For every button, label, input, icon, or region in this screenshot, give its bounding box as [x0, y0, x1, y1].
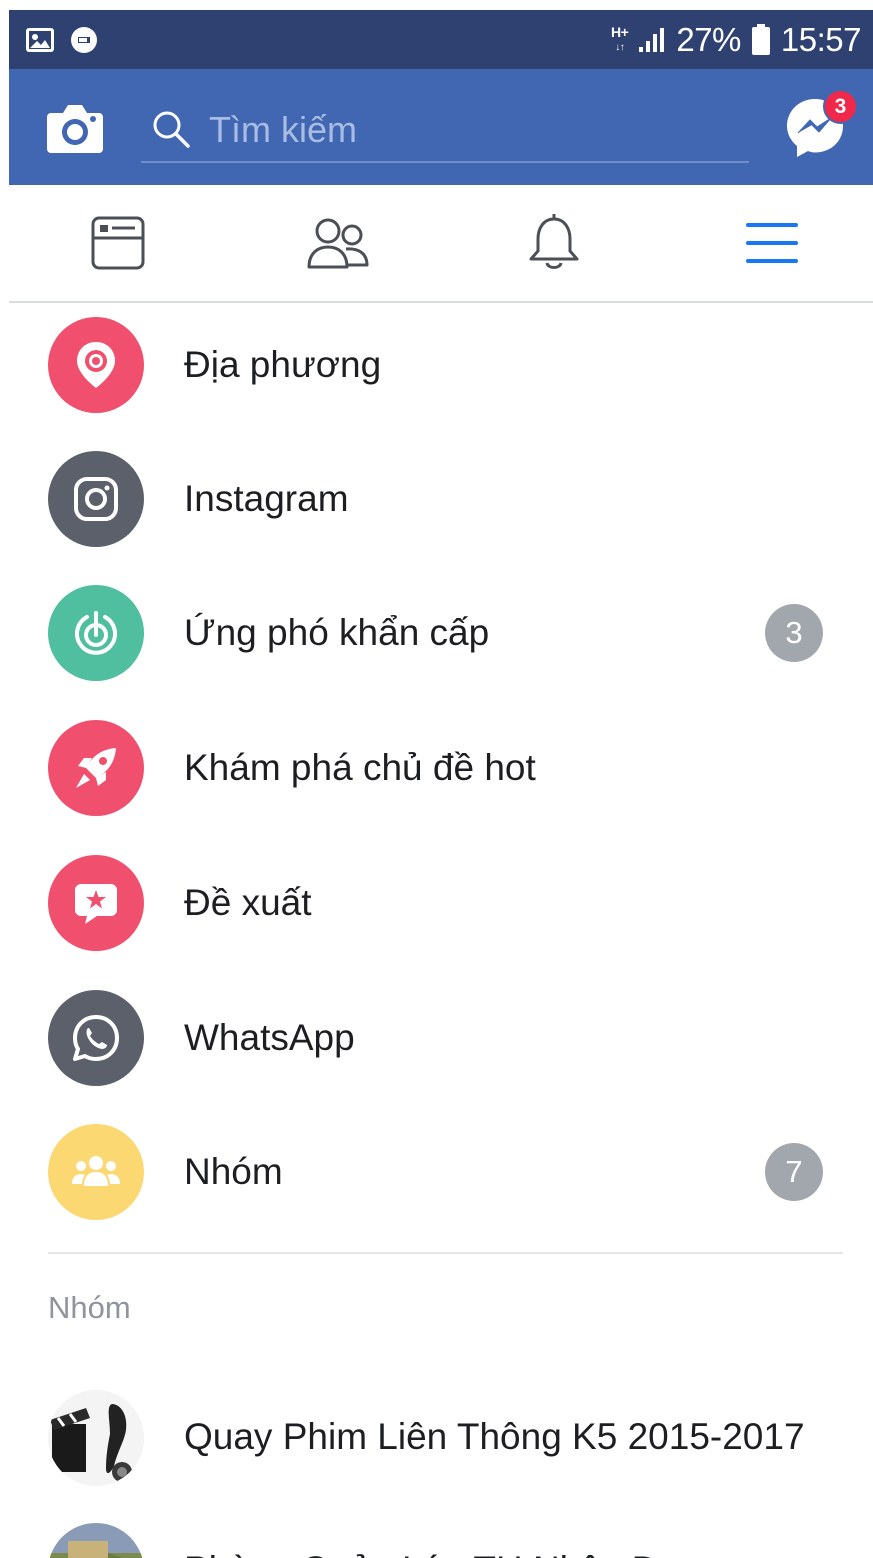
search-icon [153, 111, 190, 148]
rocket-icon [76, 748, 116, 788]
bell-icon [529, 214, 579, 269]
menu-icon-bg [48, 585, 144, 681]
menu-icon-bg [48, 720, 144, 816]
menu-item-instagram[interactable]: Instagram [0, 444, 873, 554]
tab-bar [9, 185, 873, 303]
menu-item-trending-topics[interactable]: Khám phá chủ đề hot [0, 713, 873, 823]
top-bar: 3 [9, 69, 873, 185]
data-saver-icon [71, 27, 97, 53]
battery-icon [751, 23, 770, 55]
status-bar: H+ ↓↑ 27% 15:57 [9, 10, 873, 69]
group-item-management[interactable]: Phòng Quản Lý - TH Nhân Đạo [0, 1515, 873, 1558]
menu-icon-bg [48, 855, 144, 951]
menu-item-local[interactable]: Địa phương [0, 310, 873, 420]
groups-section-header: Nhóm [48, 1290, 131, 1325]
group-item-film-k5[interactable]: Quay Phim Liên Thông K5 2015-2017 [0, 1382, 873, 1492]
menu-icon-bg [48, 317, 144, 413]
group-avatar-film [48, 1390, 144, 1486]
menu-item-label: Instagram [184, 478, 349, 519]
location-pin-icon [77, 342, 115, 388]
friends-icon [307, 218, 369, 269]
menu-item-label: Đề xuất [184, 882, 312, 923]
tab-notifications[interactable] [519, 213, 589, 273]
tab-menu[interactable] [737, 213, 807, 273]
battery-percent: 27% [676, 20, 741, 58]
menu-icon-bg [48, 451, 144, 547]
section-divider [48, 1252, 843, 1254]
group-item-label: Phòng Quản Lý - TH Nhân Đạo [184, 1515, 700, 1558]
status-right-icons: H+ ↓↑ 27% 15:57 [611, 10, 861, 69]
menu-item-groups[interactable]: Nhóm 7 [0, 1117, 873, 1227]
whatsapp-icon [73, 1015, 119, 1061]
crisis-response-icon [75, 611, 117, 655]
camera-icon [47, 105, 103, 153]
clock: 15:57 [780, 20, 862, 58]
search-input[interactable] [207, 101, 741, 159]
tab-news-feed[interactable] [83, 213, 153, 273]
menu-item-label: Nhóm [184, 1151, 283, 1192]
gallery-icon [26, 28, 54, 52]
menu-item-recommendations[interactable]: Đề xuất [0, 848, 873, 958]
tab-friends[interactable] [303, 213, 373, 273]
menu-icon-bg [48, 1124, 144, 1220]
news-feed-icon [91, 216, 145, 270]
menu-icon-bg [48, 990, 144, 1086]
film-clapper-icon [48, 1390, 144, 1486]
signal-icon [639, 27, 665, 52]
menu-item-label: WhatsApp [184, 1017, 355, 1058]
group-avatar-landscape [48, 1523, 144, 1558]
messenger-badge: 3 [823, 89, 858, 124]
camera-button[interactable] [45, 99, 105, 157]
menu-item-label: Khám phá chủ đề hot [184, 747, 536, 788]
screen: H+ ↓↑ 27% 15:57 Tìm kiếm 3 Địa phương In… [0, 0, 873, 1558]
network-type: H+ ↓↑ [611, 23, 629, 53]
instagram-icon [74, 477, 118, 521]
group-item-label: Quay Phim Liên Thông K5 2015-2017 [184, 1416, 805, 1457]
count-badge: 3 [765, 604, 823, 662]
messenger-button[interactable]: 3 [785, 89, 858, 159]
menu-item-label: Ứng phó khẩn cấp [184, 612, 490, 653]
menu-item-crisis-response[interactable]: Ứng phó khẩn cấp 3 [0, 578, 873, 688]
hamburger-icon [746, 223, 798, 263]
menu-item-label: Địa phương [184, 344, 382, 385]
status-left-icons [25, 25, 99, 55]
count-badge: 7 [765, 1143, 823, 1201]
landscape-photo-icon [48, 1523, 144, 1558]
search-bar[interactable] [141, 99, 749, 163]
menu-item-whatsapp[interactable]: WhatsApp [0, 983, 873, 1093]
groups-icon [72, 1156, 120, 1186]
recommendation-star-icon [75, 884, 117, 924]
